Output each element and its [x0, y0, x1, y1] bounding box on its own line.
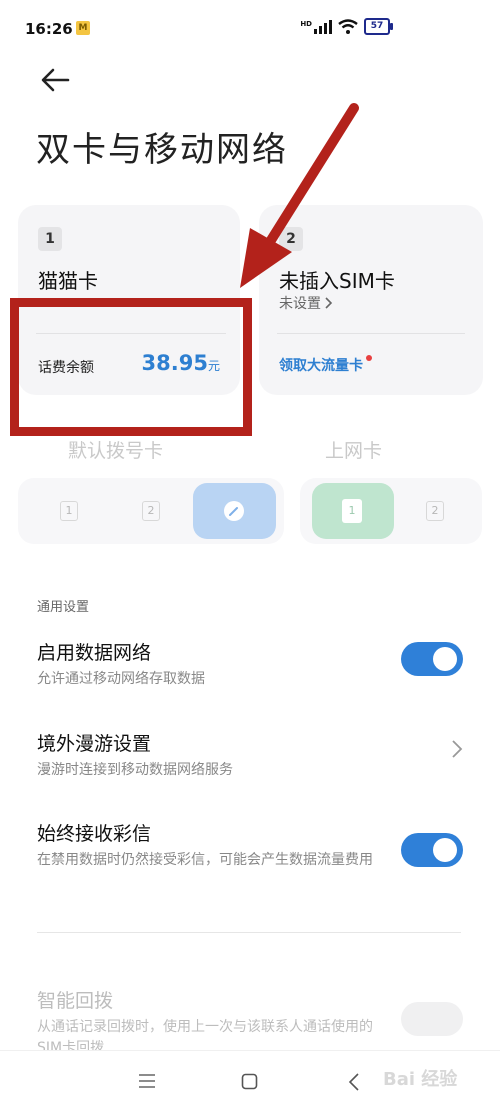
chevron-right-icon	[325, 297, 333, 309]
setting-title: 智能回拨	[37, 990, 114, 1012]
mms-toggle[interactable]	[401, 833, 463, 867]
wifi-icon	[338, 18, 358, 34]
app-notification-icon: M	[76, 21, 90, 35]
dial-option-1[interactable]: 1	[60, 501, 78, 521]
dial-option-ask[interactable]	[193, 483, 276, 539]
sim-card-2[interactable]: 2 未插入SIM卡 未设置 领取大流量卡	[259, 205, 483, 395]
setting-title: 境外漫游设置	[37, 733, 152, 755]
sim-status[interactable]: 未设置	[279, 293, 333, 313]
dial-option-2[interactable]: 2	[142, 501, 160, 521]
sim-slot-badge: 2	[279, 227, 303, 251]
edit-icon	[224, 501, 244, 521]
data-option-1[interactable]: 1	[312, 483, 394, 539]
chevron-right-icon	[452, 740, 463, 758]
setting-title: 始终接收彩信	[37, 823, 152, 845]
signal-icon: HD	[300, 19, 332, 34]
back-icon[interactable]	[348, 1073, 360, 1091]
sim-name: 未插入SIM卡	[279, 269, 395, 293]
status-time: 16:26	[25, 20, 73, 38]
setting-title: 启用数据网络	[37, 642, 152, 664]
promo-link-label: 领取大流量卡	[279, 358, 363, 374]
data-sim-title: 上网卡	[325, 440, 383, 462]
toggle-knob	[433, 647, 457, 671]
sim-card-icon: 1	[342, 499, 362, 523]
battery-icon: 57	[364, 18, 393, 35]
data-option-2[interactable]: 2	[426, 501, 444, 521]
sim-name: 猫猫卡	[38, 269, 98, 293]
setting-smart-callback[interactable]: 智能回拨 从通话记录回拨时，使用上一次与该联系人通话使用的SIM卡回拨	[37, 986, 389, 1059]
navigation-bar: Bai 经验	[0, 1050, 500, 1112]
setting-data-network[interactable]: 启用数据网络 允许通过移动网络存取数据	[37, 638, 457, 690]
promo-link[interactable]: 领取大流量卡	[279, 355, 372, 375]
watermark: Bai 经验	[383, 1069, 458, 1090]
setting-desc: 漫游时连接到移动数据网络服务	[37, 762, 233, 778]
home-icon[interactable]	[241, 1073, 258, 1090]
page-title: 双卡与移动网络	[36, 130, 288, 170]
setting-desc: 允许通过移动网络存取数据	[37, 671, 205, 687]
signal-label: HD	[300, 19, 312, 28]
default-dial-title: 默认拨号卡	[68, 440, 164, 462]
status-icons: HD 57	[300, 18, 393, 35]
setting-mms[interactable]: 始终接收彩信 在禁用数据时仍然接受彩信，可能会产生数据流量费用	[37, 819, 389, 871]
smart-callback-toggle[interactable]	[401, 1002, 463, 1036]
sim-status-text: 未设置	[279, 296, 321, 312]
toggle-knob	[433, 838, 457, 862]
sim-divider	[277, 333, 465, 334]
new-badge-dot	[366, 355, 372, 361]
menu-icon[interactable]	[138, 1074, 156, 1088]
back-arrow-icon[interactable]	[38, 62, 74, 98]
divider	[37, 932, 461, 933]
data-network-toggle[interactable]	[401, 642, 463, 676]
annotation-highlight-box	[10, 298, 252, 436]
sim-slot-badge: 1	[38, 227, 62, 251]
setting-roaming[interactable]: 境外漫游设置 漫游时连接到移动数据网络服务	[37, 729, 437, 781]
setting-desc: 在禁用数据时仍然接受彩信，可能会产生数据流量费用	[37, 852, 373, 868]
section-label: 通用设置	[37, 600, 90, 615]
